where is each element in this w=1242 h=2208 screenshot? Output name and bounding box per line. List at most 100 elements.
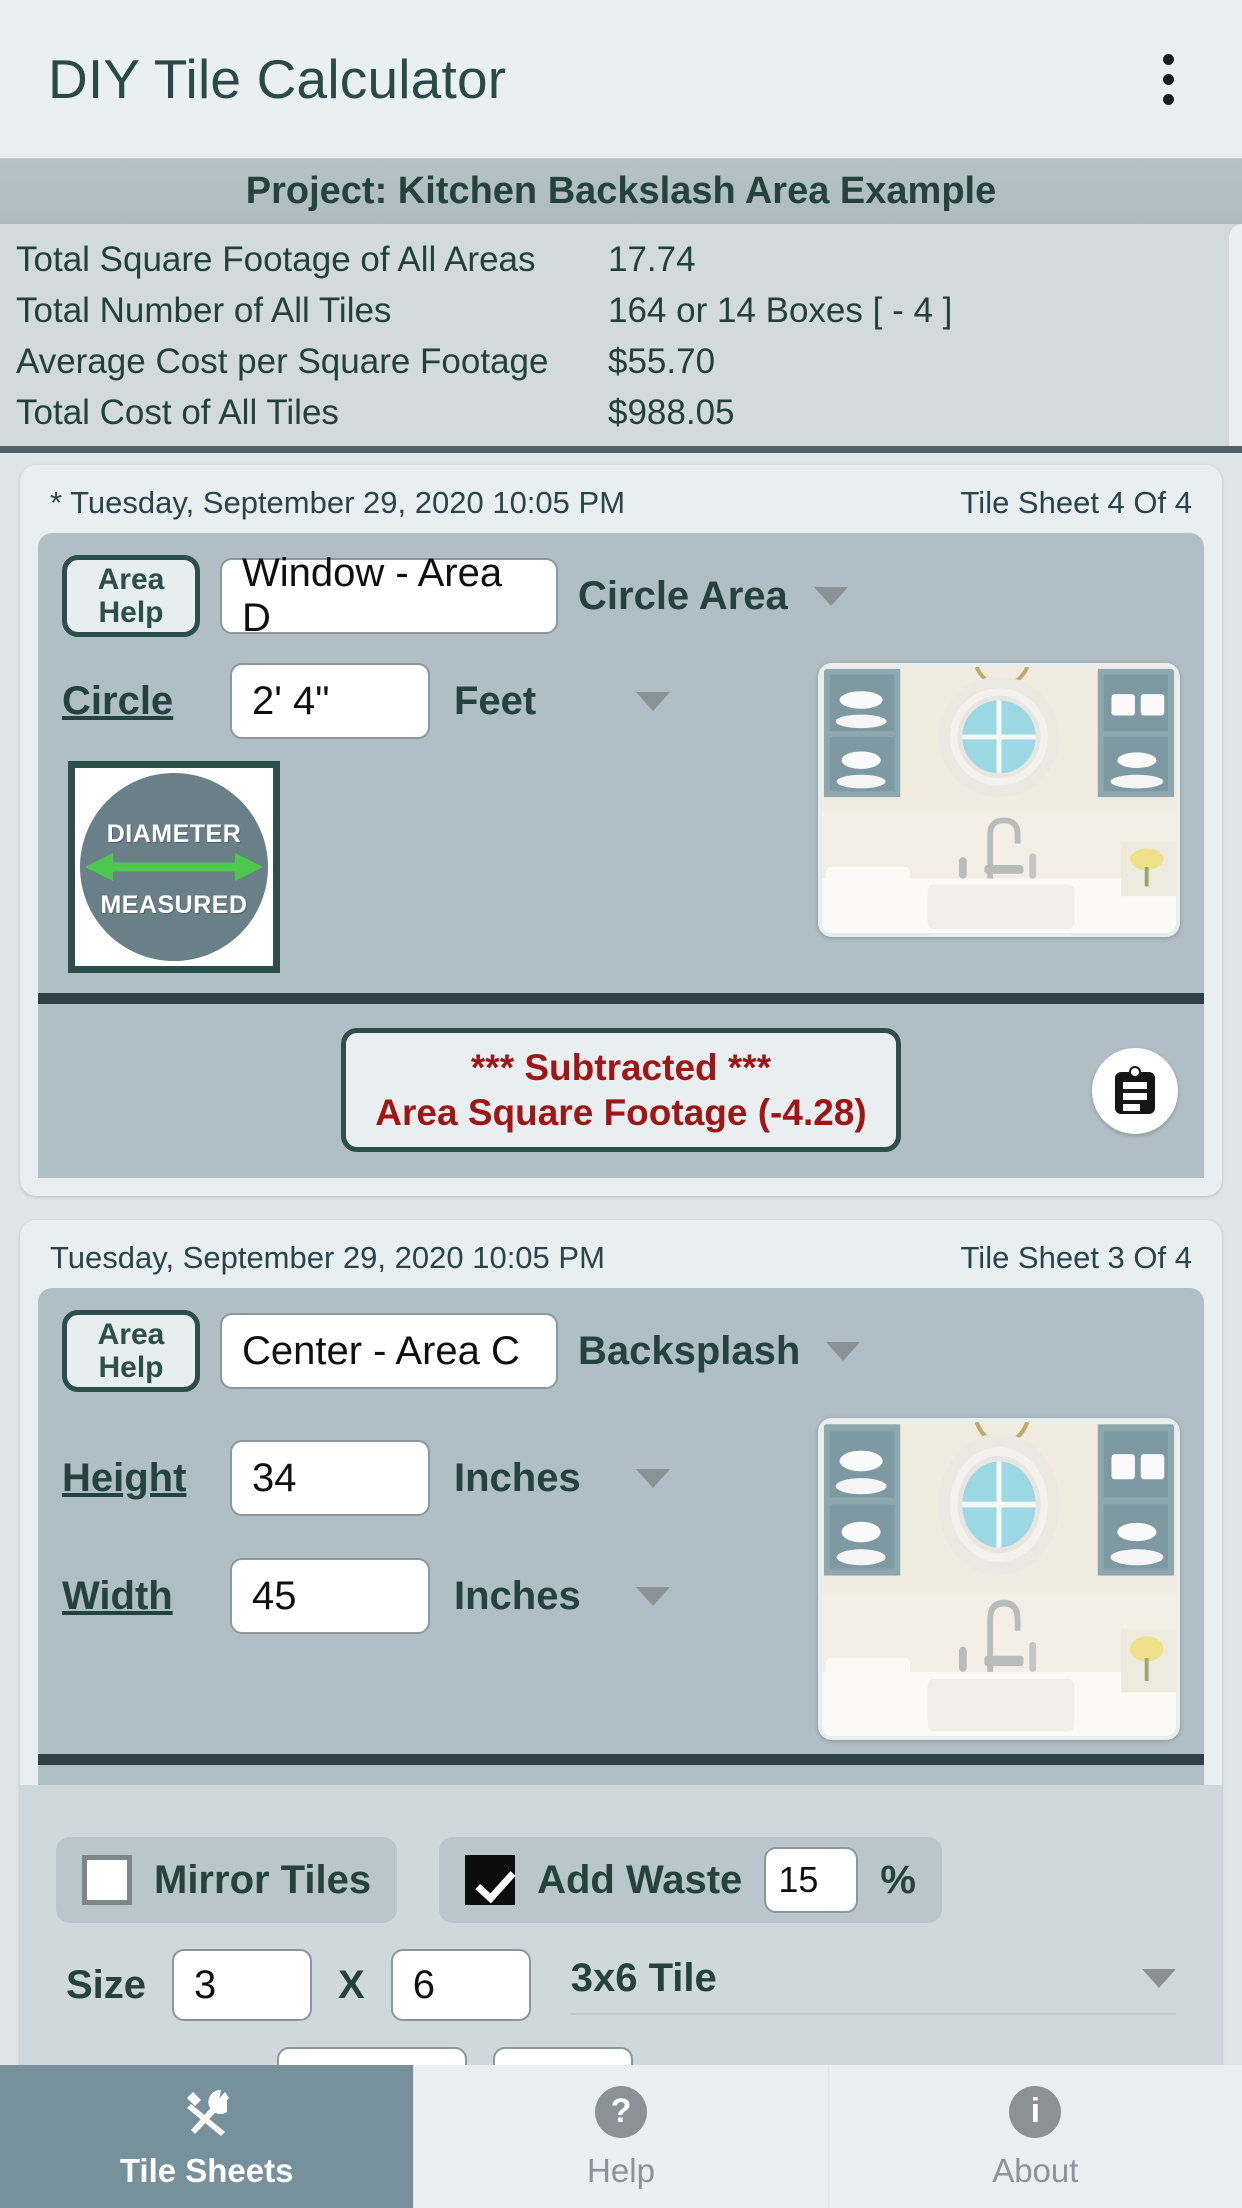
tile-height-input[interactable]: 6 <box>390 1949 531 2021</box>
nav-label: Tile Sheets <box>119 2151 294 2189</box>
area-row: Area Help Center - Area C Backsplash <box>62 1310 1180 1392</box>
chevron-down-icon[interactable] <box>826 1341 861 1361</box>
area-photo[interactable] <box>818 1418 1180 1740</box>
size-multiply-symbol: X <box>338 1962 365 2007</box>
divider <box>38 1754 1204 1765</box>
tile-sheet-card-header: * Tuesday, September 29, 2020 10:05 PM T… <box>38 481 1204 533</box>
add-waste-toggle[interactable]: Add Waste 15 % <box>439 1837 942 1923</box>
area-name-input[interactable]: Center - Area C <box>220 1313 558 1389</box>
dimension-input[interactable]: 34 <box>230 1440 430 1516</box>
tools-icon <box>179 2084 235 2140</box>
dimension-row: Circle 2' 4" Feet <box>62 663 700 739</box>
clipboard-glyph <box>1115 1066 1155 1114</box>
nav-label: Help <box>587 2151 655 2189</box>
circle-diameter-diagram: DIAMETER MEASURED <box>68 761 280 973</box>
area-type-dropdown[interactable]: Circle Area <box>578 574 1180 619</box>
area-row: Area Help Window - Area D Circle Area <box>62 551 1180 640</box>
area-help-line2: Help <box>98 596 164 629</box>
area-help-button[interactable]: Area Help <box>62 555 200 637</box>
tile-sheet-card-header: Tuesday, September 29, 2020 10:05 PM Til… <box>38 1236 1204 1288</box>
dimension-label[interactable]: Width <box>62 1574 230 1619</box>
area-name-input[interactable]: Window - Area D <box>220 551 558 640</box>
dimension-input[interactable]: 2' 4" <box>230 663 430 739</box>
total-label: Total Square Footage of All Areas <box>16 239 536 279</box>
app-screen: DIY Tile Calculator Project: Kitchen Bac… <box>0 0 1242 2208</box>
area-help-button[interactable]: Area Help <box>62 1310 200 1392</box>
dimension-label[interactable]: Circle <box>62 679 230 724</box>
question-circle-icon: ? <box>593 2084 649 2140</box>
total-value: $55.70 <box>608 341 716 381</box>
size-label: Size <box>66 1962 147 2007</box>
area-type-value: Backsplash <box>578 1328 801 1373</box>
chevron-down-icon[interactable] <box>636 1468 670 1488</box>
dimension-row: Width 45 Inches <box>62 1558 700 1634</box>
add-waste-input[interactable]: 15 <box>764 1847 859 1913</box>
diagram-label-top: DIAMETER <box>106 820 242 848</box>
tile-width-input[interactable]: 3 <box>172 1949 313 2021</box>
area-type-dropdown[interactable]: Backsplash <box>578 1329 1180 1374</box>
info-circle-icon: i <box>1007 2084 1063 2140</box>
timestamp: Tuesday, September 29, 2020 10:05 PM <box>50 1240 605 1275</box>
tile-sheet-list[interactable]: * Tuesday, September 29, 2020 10:05 PM T… <box>0 453 1242 2203</box>
timestamp: * Tuesday, September 29, 2020 10:05 PM <box>50 485 626 520</box>
diameter-arrow-icon <box>85 853 263 881</box>
tile-sheet-card[interactable]: * Tuesday, September 29, 2020 10:05 PM T… <box>20 465 1222 1196</box>
nav-tab-help[interactable]: ? Help <box>413 2065 827 2208</box>
table-row: Average Cost per Square Footage $55.70 <box>0 336 1242 387</box>
project-header: Project: Kitchen Backslash Area Example <box>0 158 1242 224</box>
page-title: DIY Tile Calculator <box>48 48 507 110</box>
table-row: Total Cost of All Tiles $988.05 <box>0 387 1242 438</box>
dimensions-section: Height 34 Inches Width 45 Inches <box>62 1418 1180 1740</box>
nav-label: About <box>992 2151 1079 2189</box>
subtracted-badge: *** Subtracted *** Area Square Footage (… <box>341 1028 901 1152</box>
dimension-label[interactable]: Height <box>62 1456 230 1501</box>
mirror-tiles-checkbox[interactable] <box>82 1855 132 1905</box>
chevron-down-icon[interactable] <box>813 586 848 606</box>
options-row: Mirror Tiles Add Waste 15 % <box>42 1811 1200 1923</box>
subtracted-line2: Area Square Footage (-4.28) <box>375 1092 867 1133</box>
tile-type-value: 3x6 Tile <box>570 1955 717 2000</box>
area-type-value: Circle Area <box>578 573 788 618</box>
area-help-line2: Help <box>98 1351 164 1384</box>
diagram-label-bottom: MEASURED <box>100 891 248 919</box>
divider <box>38 993 1204 1004</box>
area-photo[interactable] <box>818 663 1180 937</box>
tile-sheet-body: Area Help Center - Area C Backsplash Hei… <box>38 1288 1204 1785</box>
table-row: Total Number of All Tiles 164 or 14 Boxe… <box>0 285 1242 336</box>
table-row: Total Square Footage of All Areas 17.74 <box>0 234 1242 285</box>
mirror-tiles-label: Mirror Tiles <box>154 1857 372 1902</box>
nav-tab-tile-sheets[interactable]: Tile Sheets <box>0 2065 414 2208</box>
dimensions-section: Circle 2' 4" Feet DIAMETER MEASURED <box>62 663 1180 973</box>
percent-symbol: % <box>880 1857 916 1902</box>
kebab-menu-icon[interactable] <box>1140 39 1196 119</box>
mirror-tiles-toggle[interactable]: Mirror Tiles <box>56 1837 398 1923</box>
chevron-down-icon[interactable] <box>636 691 670 711</box>
total-value: 164 or 14 Boxes [ - 4 ] <box>608 290 953 330</box>
tile-size-row: Size 3 X 6 3x6 Tile <box>42 1923 1200 2021</box>
subtracted-area-footer: *** Subtracted *** Area Square Footage (… <box>38 1004 1204 1178</box>
dimension-row: Height 34 Inches <box>62 1440 700 1516</box>
tile-type-dropdown[interactable]: 3x6 Tile <box>570 1955 1176 2015</box>
dimension-input[interactable]: 45 <box>230 1558 430 1634</box>
area-help-line1: Area <box>97 563 165 596</box>
add-waste-label: Add Waste <box>537 1857 743 1902</box>
total-label: Total Number of All Tiles <box>16 290 392 330</box>
sheet-index: Tile Sheet 3 Of 4 <box>960 1240 1192 1275</box>
bottom-navigation: Tile Sheets ? Help i About <box>0 2065 1242 2208</box>
chevron-down-icon[interactable] <box>636 1586 670 1606</box>
tile-sheet-card[interactable]: Tuesday, September 29, 2020 10:05 PM Til… <box>20 1220 1222 2119</box>
total-value: 17.74 <box>608 239 696 279</box>
add-waste-checkbox[interactable] <box>465 1855 516 1905</box>
chevron-down-icon[interactable] <box>1142 1968 1176 1988</box>
app-bar: DIY Tile Calculator <box>0 0 1242 158</box>
project-totals: Total Square Footage of All Areas 17.74 … <box>0 224 1242 453</box>
dimension-unit: Inches <box>454 1455 581 1500</box>
dimension-unit: Feet <box>454 678 537 723</box>
clipboard-icon[interactable] <box>1092 1048 1178 1134</box>
dimension-unit: Inches <box>454 1573 581 1618</box>
total-label: Average Cost per Square Footage <box>16 341 549 381</box>
project-header-label: Project: Kitchen Backslash Area Example <box>245 169 997 212</box>
total-label: Total Cost of All Tiles <box>16 392 339 432</box>
scroll-edge <box>1228 224 1242 446</box>
nav-tab-about[interactable]: i About <box>827 2065 1242 2208</box>
